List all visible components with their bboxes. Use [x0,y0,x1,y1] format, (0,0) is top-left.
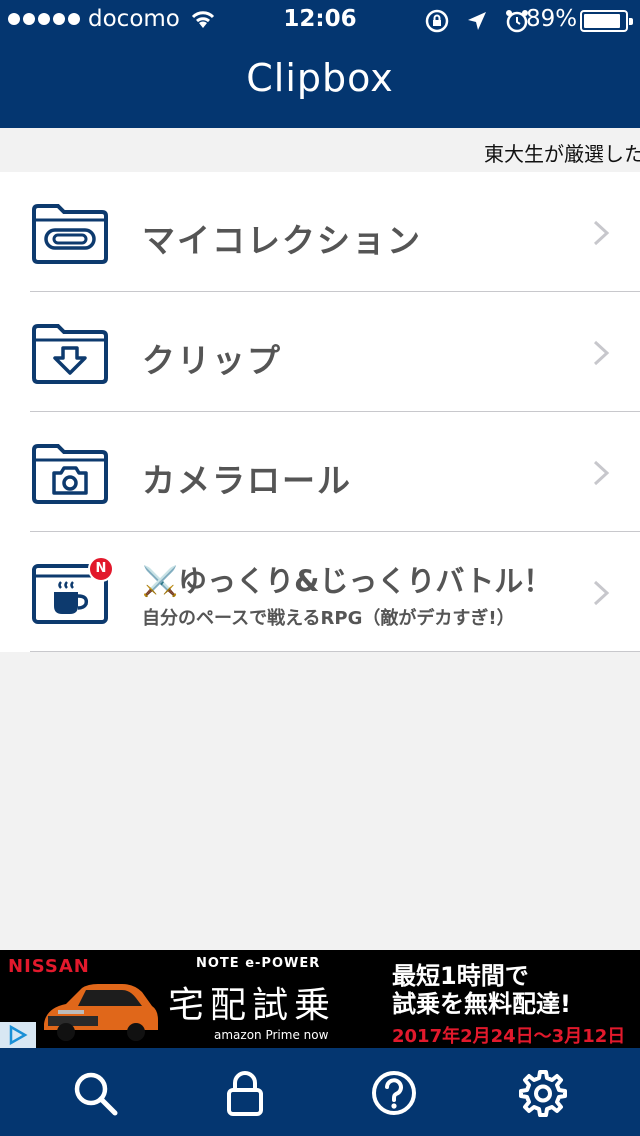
tab-lock[interactable] [220,1068,270,1118]
list-item-promoted-app[interactable]: N ⚔️ゆっくり&じっくりバトル！ 自分のペースで戦えるRPG（敵がデカすぎ!） [0,532,640,652]
chevron-right-icon [593,220,610,246]
folder-camera-icon [32,444,108,504]
search-icon [74,1072,118,1116]
ad-date: 2017年2月24日～3月12日 [392,1026,626,1047]
list-item-label: カメラロール [142,461,352,500]
folder-download-icon [32,324,108,384]
chevron-right-icon [593,580,610,606]
top-bar: docomo 12:06 89% Clipbox [0,0,640,128]
list-item-camera-roll[interactable]: カメラロール [0,412,640,532]
lock-icon [227,1071,263,1116]
new-badge: N [88,556,114,582]
help-icon [372,1071,416,1115]
battery-icon [580,10,633,32]
ad-brand-logo: NISSAN [8,956,90,977]
app-title: Clipbox [246,56,394,100]
ad-partner: amazon Prime now [214,1028,329,1042]
list-item-sublabel: 自分のペースで戦えるRPG（敵がデカすぎ!） [142,608,515,629]
list-item-clip[interactable]: クリップ [0,292,640,412]
list-item-my-collection[interactable]: マイコレクション [0,172,640,292]
orientation-lock-icon [425,9,449,33]
location-icon [468,12,486,30]
tab-bar [0,1048,640,1136]
ad-choices-icon[interactable] [0,1022,36,1048]
tab-help[interactable] [369,1068,419,1118]
ticker-text: 東大生が厳選した、 [484,142,640,166]
list-item-label: クリップ [142,341,282,380]
ad-headline: 宅配試乗 [168,985,337,1026]
car-image [44,984,158,1041]
tab-settings[interactable] [518,1068,568,1118]
banner-ad[interactable]: NISSAN NOTE e-POWER 宅配試乗 amazon Prime no… [0,950,640,1048]
battery-percentage: 89% [526,6,578,32]
gear-icon [519,1070,567,1117]
folder-list: マイコレクション クリップ カメラロール N ⚔️ゆっくり&じっくりバトル！ 自… [0,172,640,652]
list-item-label: マイコレクション [142,221,422,260]
tab-search[interactable] [70,1068,120,1118]
chevron-right-icon [593,340,610,366]
list-item-label: ⚔️ゆっくり&じっくりバトル！ [142,564,553,598]
folder-clip-icon [32,204,108,264]
news-ticker[interactable]: 東大生が厳選した、 [0,128,640,172]
status-bar: docomo 12:06 89% [0,0,640,40]
ad-copy-line2: 試乗を無料配達! [392,990,571,1018]
chevron-right-icon [593,460,610,486]
ad-model: NOTE e-POWER [196,956,321,971]
